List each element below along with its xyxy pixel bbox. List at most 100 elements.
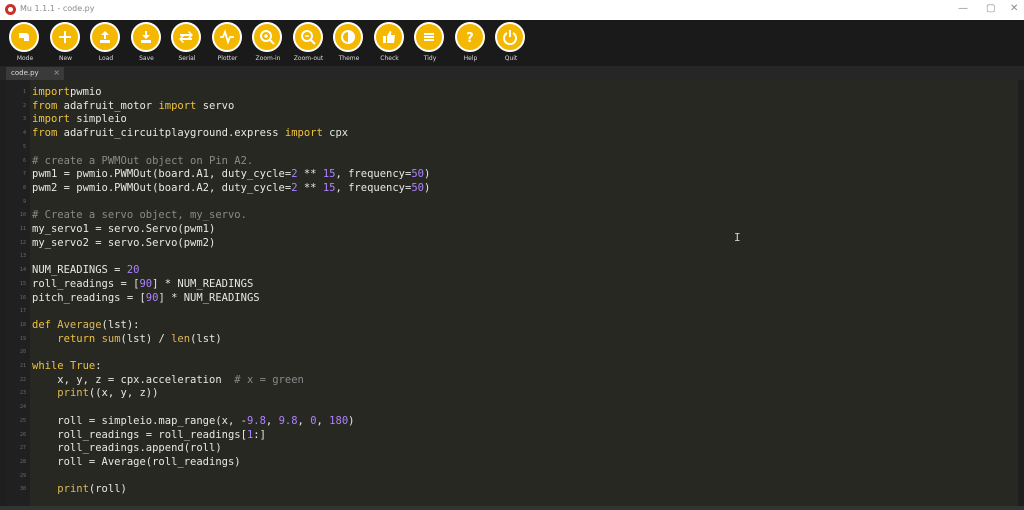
question-icon: ? [454,22,485,52]
code-token: sum [101,332,121,345]
line-number: 5 [22,143,26,150]
code-token: 9.8 [246,414,266,427]
code-token: my_servo2 = servo.Servo(pwm2) [32,236,216,249]
code-token: ) [423,168,431,181]
code-token: from [32,99,58,112]
minimize-button[interactable]: — [958,3,968,15]
code-token: # Create a servo object, my_servo. [32,209,247,222]
code-token: True [69,360,96,372]
line-number: 28 [19,458,26,465]
code-token: servo [196,99,235,112]
code-token: ] * NUM_READINGS [152,277,254,290]
code-token: (lst): [101,318,140,331]
code-text: import simpleio [32,112,127,126]
code-token: import [32,113,70,126]
title-bar: Mu 1.1.1 - code.py — ▢ ✕ [0,0,1024,21]
line-number: 30 [19,486,26,493]
code-line: 25 roll = simpleio.map_range(x, -9.8, 9.… [6,414,1018,428]
line-number: 17 [19,308,26,315]
code-line: 14 NUM_READINGS = 20 [6,263,1018,277]
code-token: pitch_readings = [ [32,291,146,304]
line-number: 26 [19,431,26,438]
code-token: import [32,86,70,98]
code-editor[interactable]: I 1 importpwmio 2 from adafruit_motor impor… [6,80,1018,506]
theme-button[interactable]: Theme [330,22,368,66]
code-text: importpwmio [32,85,102,99]
help-button[interactable]: ? Help [452,22,490,66]
theme-icon [333,22,363,52]
quit-button[interactable]: Quit [492,22,530,66]
code-token: my_servo1 = servo.Servo(pwm1) [32,223,216,235]
plotter-button[interactable]: Plotter [209,22,247,66]
code-token: simpleio [69,113,127,126]
line-number: 12 [19,239,26,246]
code-line: 12 my_servo2 = servo.Servo(pwm2) [6,236,1018,250]
code-line: 1 importpwmio [6,85,1018,99]
tab-label: code.py [11,69,39,77]
code-token: , [297,414,311,427]
code-token: roll = simpleio.map_range(x, - [32,414,247,427]
save-button[interactable]: Save [128,22,166,66]
main-area: Mode New Load Save Serial Plotter Zoom-in Zoom-… [0,20,1024,510]
code-text: from adafruit_motor import servo [32,99,234,113]
code-token: import [284,127,323,140]
code-token: adafruit_circuitplayground.express [57,127,285,140]
plus-icon [49,22,80,52]
code-token: roll_readings = [ [32,277,140,290]
editor-scrollbar[interactable] [1018,80,1024,506]
code-line: 13 [6,249,1018,263]
svg-text:?: ? [466,31,474,45]
code-token: print [57,387,89,400]
check-button[interactable]: Check [371,22,409,66]
code-line: 7 pwm1 = pwmio.PWMOut(board.A1, duty_cycl… [6,167,1018,181]
code-token: 180 [329,414,349,427]
code-token: 90 [145,291,159,304]
code-line: 11 my_servo1 = servo.Servo(pwm1) [6,222,1018,236]
code-token: 9.8 [278,414,298,427]
code-token: roll_readings.append(roll) [32,442,222,455]
mode-button[interactable]: Mode [6,22,44,66]
new-button[interactable]: New [47,22,85,66]
zoom-out-button[interactable]: Zoom-out [290,22,328,66]
code-text: pwm1 = pwmio.PWMOut(board.A1, duty_cycle… [32,167,430,181]
line-number: 8 [22,184,26,191]
close-window-button[interactable]: ✕ [1010,3,1018,15]
code-text: from adafruit_circuitplayground.express … [32,126,348,140]
code-token: def [32,318,51,331]
line-number: 9 [22,198,26,205]
code-token: (lst) / [120,332,172,345]
line-number: 16 [19,294,26,301]
code-line: 10 # Create a servo object, my_servo. [6,208,1018,222]
code-text: my_servo2 = servo.Servo(pwm2) [32,236,215,250]
code-token: ** [297,168,323,181]
code-text: print(roll) [32,482,127,496]
upload-icon [90,22,120,52]
code-line: 8 pwm2 = pwmio.PWMOut(board.A2, duty_cycl… [6,181,1018,195]
code-line: 28 roll = Average(roll_readings) [6,455,1018,469]
maximize-button[interactable]: ▢ [986,3,995,15]
zoom-in-button[interactable]: Zoom-in [249,22,287,66]
tab-close-icon[interactable]: × [53,68,60,77]
mode-icon [9,22,39,52]
code-token: ) [423,181,431,194]
serial-button[interactable]: Serial [168,22,206,66]
line-number: 10 [19,212,26,219]
tab-bar: code.py × [0,66,1024,80]
tidy-button[interactable]: Tidy [411,22,449,66]
tab-code-py[interactable]: code.py × [6,67,64,80]
lines-icon [414,22,444,52]
power-icon [495,22,525,52]
code-token: (lst) [190,332,222,345]
code-token: 50 [411,168,424,181]
line-number: 23 [19,390,26,397]
code-token: 15 [322,168,336,181]
line-number: 22 [19,376,26,383]
load-button[interactable]: Load [87,22,125,66]
code-text: # create a PWMOut object on Pin A2. [32,154,253,168]
code-text: my_servo1 = servo.Servo(pwm1) [32,222,215,236]
code-token: , frequency= [335,181,412,194]
code-token: (roll) [88,483,127,496]
line-number: 11 [19,226,26,232]
code-token: , [265,414,279,427]
